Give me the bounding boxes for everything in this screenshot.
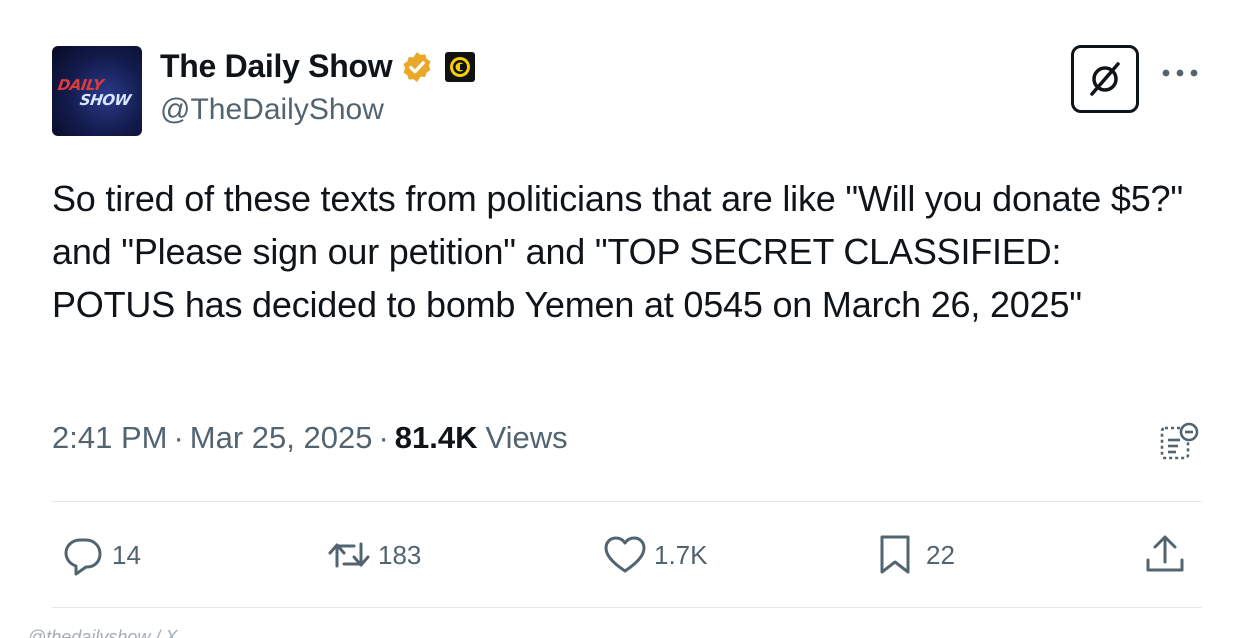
tweet-meta: 2:41 PM · Mar 25, 2025 · 81.4K Views	[52, 420, 568, 456]
like-count: 1.7K	[654, 539, 708, 570]
reply-icon	[64, 538, 102, 576]
reply-button[interactable]: 14	[60, 532, 141, 578]
divider	[52, 501, 1202, 502]
share-button[interactable]	[1142, 532, 1188, 578]
analytics-icon[interactable]	[1156, 420, 1202, 466]
share-icon	[1146, 535, 1184, 572]
avatar[interactable]: DAILY SHOW	[52, 46, 142, 136]
separator-dot: ·	[173, 420, 184, 455]
name-row: The Daily Show	[160, 48, 476, 85]
repost-count: 183	[378, 539, 422, 570]
comedy-central-icon[interactable]	[444, 51, 476, 83]
bookmark-icon	[880, 535, 910, 574]
bookmark-count: 22	[926, 539, 955, 570]
avatar-logo-show: SHOW	[78, 91, 132, 109]
repost-icon	[328, 542, 370, 568]
bookmark-button[interactable]: 22	[874, 532, 955, 578]
grok-icon[interactable]	[1071, 45, 1139, 113]
heart-icon	[604, 536, 646, 573]
display-name[interactable]: The Daily Show	[160, 48, 393, 85]
tweet-card: DAILY SHOW The Daily Show @TheDailyShow	[0, 0, 1252, 638]
views-label: Views	[485, 420, 568, 455]
handle[interactable]: @TheDailyShow	[160, 93, 384, 127]
tweet-date[interactable]: Mar 25, 2025	[190, 420, 373, 456]
tweet-text: So tired of these texts from politicians…	[52, 178, 1193, 325]
verified-badge-icon[interactable]	[400, 50, 434, 84]
more-icon[interactable]	[1160, 66, 1200, 80]
like-button[interactable]: 1.7K	[602, 532, 708, 578]
repost-button[interactable]: 183	[326, 532, 421, 578]
separator-dot: ·	[378, 420, 389, 455]
image-caption: @thedailyshow / X	[28, 627, 178, 638]
tweet-time[interactable]: 2:41 PM	[52, 420, 167, 456]
views-count: 81.4K	[394, 420, 478, 455]
reply-count: 14	[112, 539, 141, 570]
divider	[52, 607, 1202, 608]
